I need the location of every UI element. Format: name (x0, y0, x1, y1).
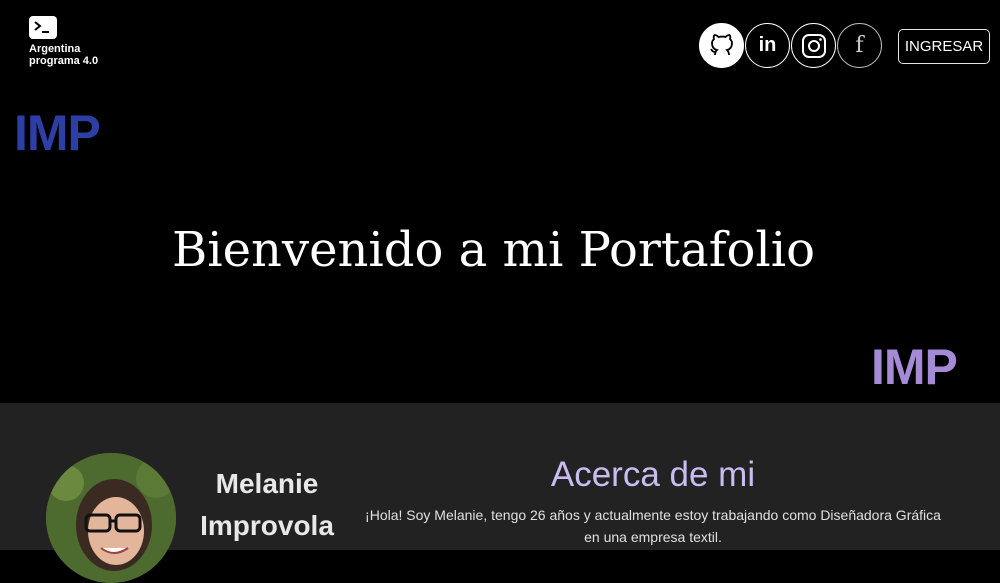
linkedin-button[interactable]: in (745, 23, 790, 68)
imp-logo: IMP (14, 105, 101, 161)
linkedin-icon: in (758, 34, 777, 56)
facebook-button[interactable]: f (837, 23, 882, 68)
avatar (46, 453, 176, 583)
hero-section: Argentina programa 4.0 IMP in f INGRESAR… (0, 0, 1000, 403)
facebook-icon: f (855, 33, 864, 58)
imp-logo-secondary: IMP (871, 339, 958, 395)
about-description: ¡Hola! Soy Melanie, tengo 26 años y actu… (365, 507, 941, 545)
about-title: Acerca de mi (550, 455, 756, 494)
instagram-icon (801, 33, 826, 58)
login-button[interactable]: INGRESAR (898, 29, 990, 64)
about-section: Melanie Improvola Acerca de mi ¡Hola! So… (0, 403, 1000, 583)
page-title: Bienvenido a mi Portafolio (172, 222, 815, 278)
profile-name: Melanie Improvola (200, 468, 334, 541)
argentina-programa-logo[interactable]: Argentina programa 4.0 (29, 16, 99, 67)
terminal-icon (29, 16, 57, 39)
github-icon (704, 28, 739, 63)
social-links: in f (699, 23, 882, 68)
github-button[interactable] (699, 23, 744, 68)
brand-text: Argentina programa 4.0 (29, 43, 99, 67)
instagram-button[interactable] (791, 23, 836, 68)
